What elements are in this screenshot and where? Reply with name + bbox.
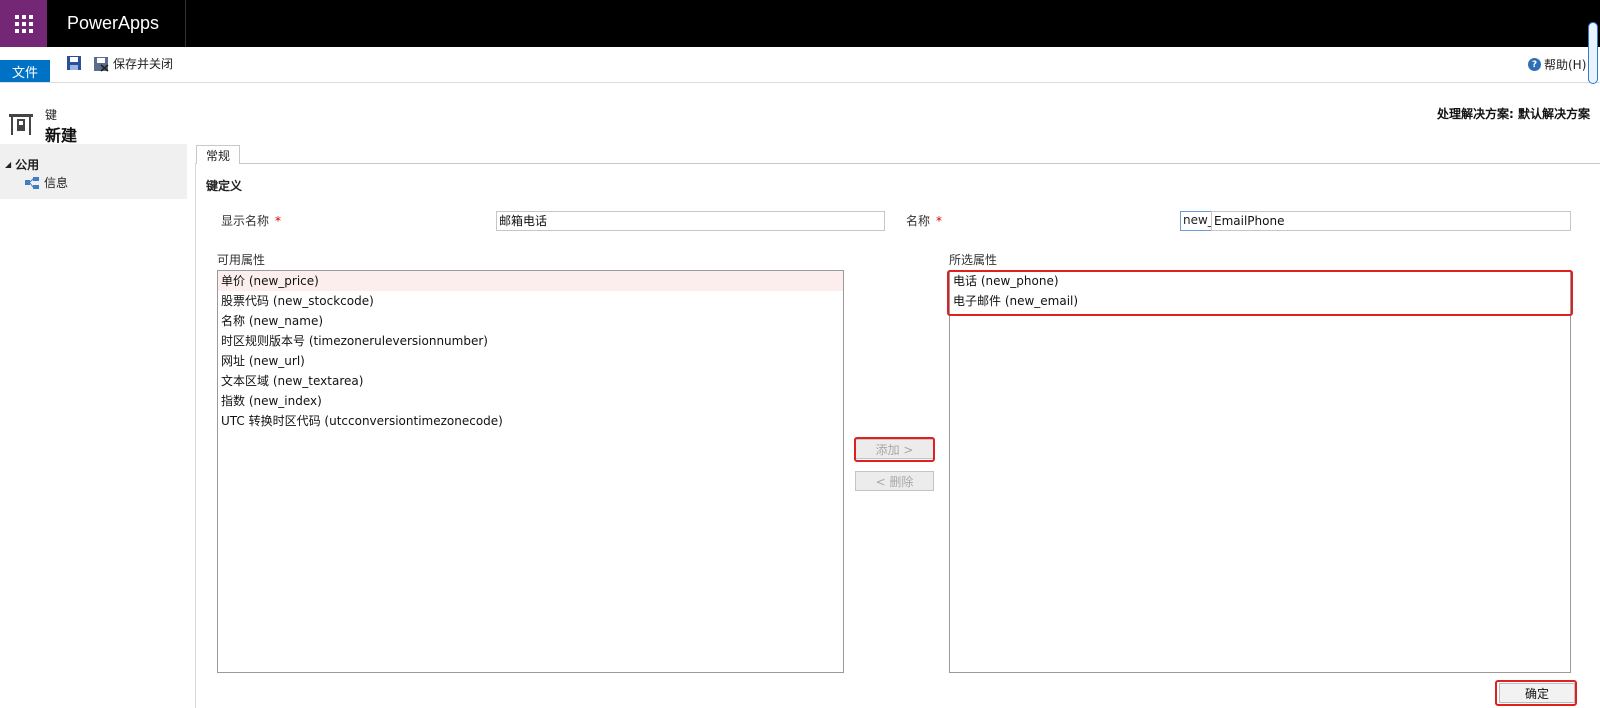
list-item[interactable]: UTC 转换时区代码 (utcconversiontimezonecode): [218, 411, 843, 431]
left-nav: ◢ 公用 信息: [0, 144, 187, 199]
app-launcher-button[interactable]: [0, 0, 47, 47]
scrollbar-thumb[interactable]: [1588, 22, 1598, 84]
highlight-add-button: [854, 437, 935, 462]
required-marker: *: [275, 214, 282, 228]
waffle-icon: [14, 14, 33, 33]
section-title: 键定义: [206, 179, 243, 193]
entity-type-label: 键: [45, 108, 58, 122]
top-bar: PowerApps: [0, 0, 1600, 47]
required-marker: *: [936, 214, 943, 228]
display-name-input[interactable]: 邮箱电话: [496, 211, 885, 231]
list-item[interactable]: 名称 (new_name): [218, 311, 843, 331]
tab-general[interactable]: 常规: [196, 145, 240, 164]
nav-item-label: 信息: [44, 176, 69, 190]
topbar-divider: [185, 0, 186, 47]
nav-group-label: 公用: [15, 158, 40, 172]
help-icon: ?: [1528, 58, 1541, 71]
nav-item-info[interactable]: 信息: [24, 174, 68, 191]
selected-attributes-label: 所选属性: [949, 253, 998, 267]
selected-attributes-list[interactable]: 电话 (new_phone) 电子邮件 (new_email): [949, 270, 1571, 673]
name-label: 名称 *: [906, 212, 942, 229]
name-input[interactable]: EmailPhone: [1211, 211, 1571, 231]
nav-group-common[interactable]: ◢ 公用: [5, 156, 39, 173]
list-item[interactable]: 时区规则版本号 (timezoneruleversionnumber): [218, 331, 843, 351]
display-name-label: 显示名称 *: [221, 212, 281, 229]
list-item[interactable]: 股票代码 (new_stockcode): [218, 291, 843, 311]
file-tab[interactable]: 文件: [0, 60, 50, 82]
display-name-label-text: 显示名称: [221, 214, 270, 228]
list-item[interactable]: 网址 (new_url): [218, 351, 843, 371]
help-button[interactable]: ? 帮助(H): [1528, 56, 1586, 73]
solution-label: 处理解决方案: 默认解决方案: [1437, 107, 1590, 121]
available-attributes-label: 可用属性: [217, 253, 266, 267]
help-label: 帮助(H): [1544, 58, 1587, 72]
remove-button[interactable]: < 删除: [855, 471, 934, 491]
highlight-ok-button: [1495, 680, 1577, 706]
save-close-button[interactable]: 保存并关闭: [93, 55, 173, 72]
save-close-icon: [94, 56, 109, 72]
app-title[interactable]: PowerApps: [67, 13, 159, 34]
ribbon: 文件 保存并关闭 ? 帮助(H): [0, 47, 1600, 83]
available-attributes-list[interactable]: 单价 (new_price) 股票代码 (new_stockcode) 名称 (…: [217, 270, 844, 673]
list-item[interactable]: 指数 (new_index): [218, 391, 843, 411]
save-close-label: 保存并关闭: [113, 57, 174, 71]
info-form-icon: [25, 176, 39, 189]
collapse-caret-icon: ◢: [5, 160, 12, 169]
name-label-text: 名称: [906, 214, 931, 228]
list-item[interactable]: 单价 (new_price): [218, 271, 843, 291]
save-button[interactable]: [66, 55, 82, 71]
page-title: 新建: [45, 126, 78, 145]
highlight-selected-attributes: [947, 270, 1573, 316]
save-icon: [67, 56, 81, 70]
key-entity-icon: [9, 114, 33, 135]
list-item[interactable]: 文本区域 (new_textarea): [218, 371, 843, 391]
